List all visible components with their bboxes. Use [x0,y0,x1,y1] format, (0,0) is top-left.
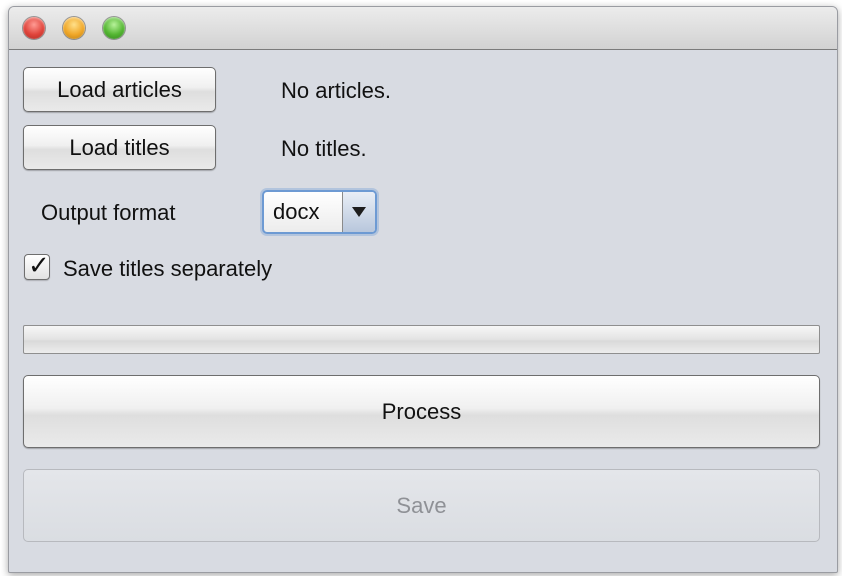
process-label: Process [381,398,462,424]
load-titles-button[interactable]: Load titles [23,125,216,170]
save-titles-separately-checkbox[interactable]: ✓ [24,251,50,281]
load-articles-button[interactable]: Load articles [23,67,216,112]
dropdown-button[interactable] [342,192,375,232]
checkmark-icon: ✓ [28,251,50,281]
close-icon[interactable] [23,17,45,39]
titles-status: No titles. [281,136,367,161]
output-format-label: Output format [41,200,176,225]
save-titles-separately-label[interactable]: Save titles separately [63,256,272,282]
chevron-down-icon [352,207,366,217]
load-articles-label: Load articles [57,76,182,102]
process-button[interactable]: Process [23,375,820,448]
minimize-icon[interactable] [63,17,85,39]
output-format-select[interactable]: docx [262,190,377,234]
progress-bar [23,325,820,354]
title-bar[interactable] [9,7,837,50]
save-label: Save [396,492,447,518]
app-window: Load articles No articles. Load titles N… [8,6,838,573]
save-button: Save [23,469,820,542]
articles-status: No articles. [281,78,392,103]
zoom-icon[interactable] [103,17,125,39]
output-format-value: docx [273,199,320,224]
load-titles-label: Load titles [69,134,170,160]
